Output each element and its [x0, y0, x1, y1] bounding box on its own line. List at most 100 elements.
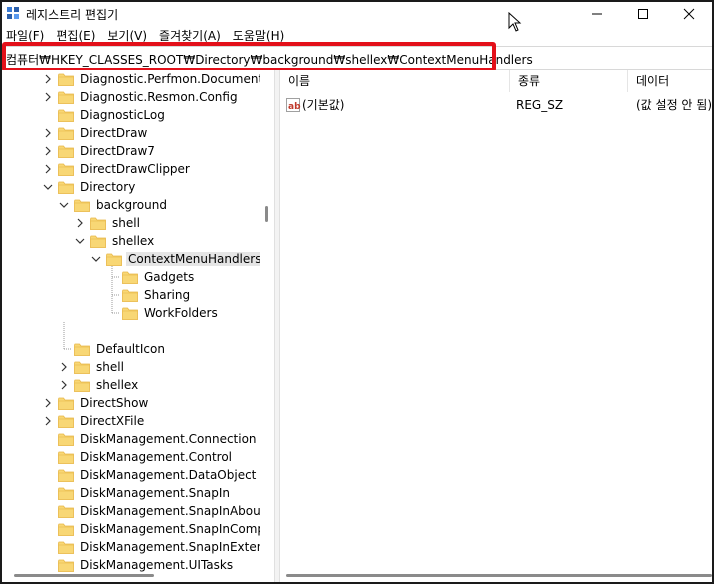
tree-item-label: Sharing	[144, 288, 191, 302]
tree-item[interactable]: ContextMenuHandlers	[90, 250, 264, 268]
tree-item-label: Gadgets	[144, 270, 195, 284]
tree-item[interactable]: Diagnostic.Perfmon.Document	[42, 70, 265, 88]
folder-icon	[58, 127, 74, 140]
tree-item-label: DirectDrawClipper	[80, 162, 190, 176]
minimize-button[interactable]	[574, 2, 620, 26]
tree-item[interactable]: Sharing	[106, 286, 192, 304]
folder-icon	[58, 163, 74, 176]
tree-item[interactable]: DefaultIcon	[58, 340, 167, 358]
chevron-down-icon[interactable]	[42, 181, 54, 193]
chevron-right-icon[interactable]	[42, 127, 54, 139]
folder-icon	[74, 379, 90, 392]
tree-scroll-thumb[interactable]	[265, 206, 268, 222]
tree-item[interactable]: shellex	[58, 376, 140, 394]
chevron-right-icon[interactable]	[58, 361, 70, 373]
chevron-down-icon[interactable]	[58, 199, 70, 211]
tree-item[interactable]: Gadgets	[106, 268, 196, 286]
tree-item[interactable]: Directory	[42, 178, 137, 196]
folder-icon	[74, 343, 90, 356]
column-header-name[interactable]: 이름	[280, 70, 510, 92]
minimize-icon	[592, 13, 602, 15]
chevron-right-icon[interactable]	[42, 91, 54, 103]
chevron-down-icon[interactable]	[90, 253, 102, 265]
tree-item[interactable]: DiskManagement.SnapInAbout	[42, 502, 267, 520]
tree-item-label: DiskManagement.Control	[80, 450, 233, 464]
folder-icon	[58, 451, 74, 464]
window-title: 레지스트리 편집기	[26, 8, 119, 22]
registry-editor-window: 레지스트리 편집기 파일(F) 편집(E) 보기(V) 즐겨찾기(A) 도움말(…	[0, 0, 714, 584]
menu-help[interactable]: 도움말(H)	[229, 28, 293, 46]
tree-item-label: DiagnosticLog	[80, 108, 165, 122]
value-data: (값 설정 안 됨)	[636, 98, 712, 112]
tree-vertical-scrollbar[interactable]	[260, 70, 274, 582]
maximize-button[interactable]	[620, 2, 666, 26]
address-bar[interactable]: 컴퓨터₩HKEY_CLASSES_ROOT₩Directory₩backgrou…	[2, 46, 712, 70]
tree-item-label: ContextMenuHandlers	[126, 252, 264, 266]
tree-item-label: DiskManagement.SnapInCompon	[80, 522, 274, 536]
menu-file[interactable]: 파일(F)	[2, 28, 52, 46]
tree-item-label: Diagnostic.Perfmon.Document	[80, 72, 264, 86]
tree-item[interactable]: DirectDraw7	[42, 142, 157, 160]
folder-icon	[58, 415, 74, 428]
values-horizontal-scrollbar[interactable]	[280, 568, 712, 582]
registry-key-tree[interactable]: Diagnostic.Perfmon.Document Diagnostic.Re…	[2, 70, 274, 582]
chevron-right-icon[interactable]	[74, 217, 86, 229]
values-list[interactable]: 이름 종류 데이터 ab (기본값) REG_SZ (값 설정 안 됨)	[280, 70, 712, 568]
folder-icon	[90, 235, 106, 248]
close-button[interactable]	[666, 2, 712, 26]
chevron-right-icon[interactable]	[58, 379, 70, 391]
folder-icon	[58, 109, 74, 122]
value-name-cell[interactable]: ab (기본값)	[286, 96, 510, 114]
chevron-right-icon[interactable]	[42, 163, 54, 175]
tree-horizontal-scrollbar[interactable]	[2, 568, 260, 582]
tree-item-label: shell	[96, 360, 124, 374]
address-path[interactable]: 컴퓨터₩HKEY_CLASSES_ROOT₩Directory₩backgrou…	[6, 51, 533, 68]
title-bar: 레지스트리 편집기	[2, 2, 712, 32]
tree-item[interactable]: background	[58, 196, 169, 214]
folder-icon	[58, 433, 74, 446]
tree-item[interactable]: DirectDraw	[42, 124, 149, 142]
folder-icon	[58, 469, 74, 482]
column-header-type[interactable]: 종류	[510, 70, 628, 92]
values-hscroll-thumb[interactable]	[286, 574, 712, 577]
chevron-right-icon[interactable]	[42, 415, 54, 427]
tree-item[interactable]: DiskManagement.Control	[42, 448, 234, 466]
registry-app-icon	[7, 7, 19, 19]
column-header-data[interactable]: 데이터	[628, 70, 712, 92]
tree-item[interactable]: Diagnostic.Resmon.Config	[42, 88, 240, 106]
tree-item[interactable]: DiskManagement.SnapInExtension	[42, 538, 274, 556]
tree-item[interactable]: DiskManagement.SnapIn	[42, 484, 232, 502]
tree-item[interactable]: shell	[58, 358, 126, 376]
tree-item[interactable]: DiskManagement.DataObject	[42, 466, 258, 484]
tree-item[interactable]: shellex	[74, 232, 156, 250]
tree-item[interactable]: DirectXFile	[42, 412, 146, 430]
mouse-cursor-icon	[508, 12, 522, 32]
value-name: (기본값)	[302, 98, 345, 112]
folder-icon	[58, 181, 74, 194]
tree-item[interactable]: WorkFolders	[106, 304, 220, 322]
chevron-right-icon[interactable]	[42, 73, 54, 85]
tree-hscroll-thumb[interactable]	[14, 574, 154, 577]
tree-item[interactable]: DirectShow	[42, 394, 150, 412]
chevron-down-icon[interactable]	[74, 235, 86, 247]
tree-item[interactable]: shell	[74, 214, 142, 232]
tree-item-label: DefaultIcon	[96, 342, 165, 356]
tree-item-label: DiskManagement.SnapInExtension	[80, 540, 274, 554]
menu-favorites[interactable]: 즐겨찾기(A)	[155, 28, 229, 46]
tree-item[interactable]: DiagnosticLog	[42, 106, 167, 124]
menu-view[interactable]: 보기(V)	[103, 28, 155, 46]
chevron-right-icon[interactable]	[42, 397, 54, 409]
menu-edit[interactable]: 편집(E)	[52, 28, 103, 46]
chevron-right-icon[interactable]	[42, 145, 54, 157]
tree-item[interactable]: DirectDrawClipper	[42, 160, 192, 178]
tree-item-label: DirectXFile	[80, 414, 145, 428]
folder-icon	[90, 217, 106, 230]
folder-icon	[58, 505, 74, 518]
tree-item[interactable]: DiskManagement.SnapInCompon	[42, 520, 274, 538]
tree-item[interactable]: DiskManagement.Connection	[42, 430, 259, 448]
